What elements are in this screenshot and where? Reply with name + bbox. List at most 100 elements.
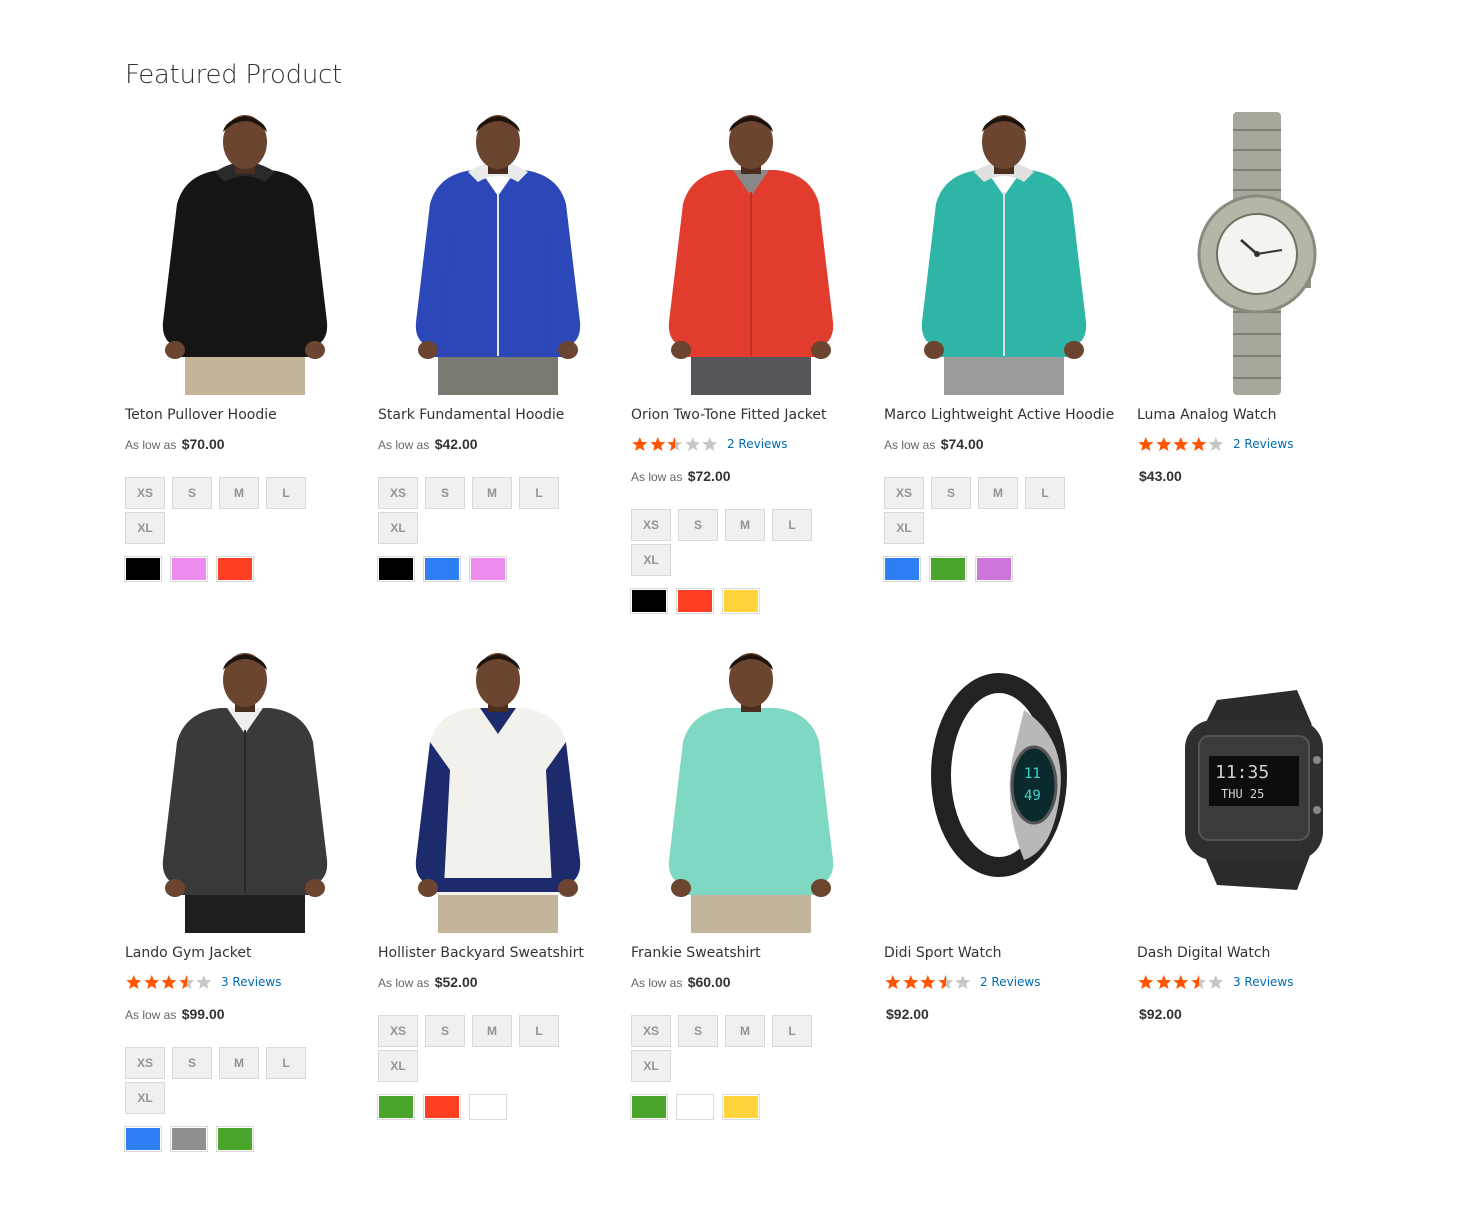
- size-option-l[interactable]: L: [519, 1015, 559, 1047]
- color-swatch[interactable]: [975, 556, 1013, 582]
- product-image[interactable]: [631, 112, 871, 395]
- color-swatch[interactable]: [676, 588, 714, 614]
- size-option-l[interactable]: L: [266, 477, 306, 509]
- product-image[interactable]: [884, 112, 1124, 395]
- product-name-link[interactable]: Teton Pullover Hoodie: [125, 406, 365, 424]
- size-option-xl[interactable]: XL: [125, 512, 165, 544]
- product-card: Lando Gym Jacket 3 Reviews As low as $99.…: [124, 650, 365, 1152]
- color-swatch[interactable]: [469, 1094, 507, 1120]
- size-option-s[interactable]: S: [425, 1015, 465, 1047]
- color-swatch[interactable]: [216, 1126, 254, 1152]
- reviews-link[interactable]: 2 Reviews: [980, 975, 1041, 989]
- product-image[interactable]: [1137, 112, 1377, 395]
- size-option-l[interactable]: L: [772, 509, 812, 541]
- product-name-link[interactable]: Luma Analog Watch: [1137, 406, 1377, 424]
- size-option-m[interactable]: M: [219, 1047, 259, 1079]
- size-option-xs[interactable]: XS: [631, 509, 671, 541]
- size-option-xs[interactable]: XS: [378, 1015, 418, 1047]
- size-option-xl[interactable]: XL: [631, 1050, 671, 1082]
- star-icon: [702, 437, 718, 451]
- size-option-xl[interactable]: XL: [378, 1050, 418, 1082]
- size-option-xs[interactable]: XS: [631, 1015, 671, 1047]
- size-option-s[interactable]: S: [931, 477, 971, 509]
- color-swatch[interactable]: [469, 556, 507, 582]
- color-swatch[interactable]: [377, 1094, 415, 1120]
- price-label: As low as: [125, 1008, 177, 1022]
- color-swatch[interactable]: [377, 556, 415, 582]
- size-option-xs[interactable]: XS: [378, 477, 418, 509]
- size-option-s[interactable]: S: [678, 509, 718, 541]
- reviews-link[interactable]: 3 Reviews: [1233, 975, 1294, 989]
- product-rating: 2 Reviews: [631, 435, 871, 453]
- size-option-xs[interactable]: XS: [125, 1047, 165, 1079]
- product-image[interactable]: 11 49: [884, 650, 1124, 933]
- size-option-l[interactable]: L: [1025, 477, 1065, 509]
- product-name-link[interactable]: Didi Sport Watch: [884, 944, 1124, 962]
- color-swatch[interactable]: [124, 556, 162, 582]
- size-option-xl[interactable]: XL: [378, 512, 418, 544]
- size-option-s[interactable]: S: [172, 477, 212, 509]
- product-name-link[interactable]: Hollister Backyard Sweatshirt: [378, 944, 618, 962]
- star-icon: [1138, 975, 1154, 989]
- size-option-m[interactable]: M: [725, 1015, 765, 1047]
- product-image[interactable]: [631, 650, 871, 933]
- size-option-s[interactable]: S: [425, 477, 465, 509]
- product-image[interactable]: 11:35 THU 25: [1137, 650, 1377, 933]
- product-name-link[interactable]: Orion Two-Tone Fitted Jacket: [631, 406, 871, 424]
- product-name-link[interactable]: Stark Fundamental Hoodie: [378, 406, 618, 424]
- price-value: $52.00: [434, 974, 478, 990]
- color-swatch[interactable]: [216, 556, 254, 582]
- star-icon: [902, 975, 918, 989]
- color-swatch[interactable]: [722, 588, 760, 614]
- color-swatch[interactable]: [170, 556, 208, 582]
- size-option-m[interactable]: M: [472, 1015, 512, 1047]
- size-option-xl[interactable]: XL: [125, 1082, 165, 1114]
- color-swatch[interactable]: [630, 1094, 668, 1120]
- product-grid: Teton Pullover Hoodie As low as $70.00 XS S…: [124, 112, 1377, 1188]
- size-option-xs[interactable]: XS: [884, 477, 924, 509]
- color-swatch[interactable]: [423, 1094, 461, 1120]
- color-swatch[interactable]: [929, 556, 967, 582]
- color-swatch[interactable]: [722, 1094, 760, 1120]
- product-image[interactable]: [125, 650, 365, 933]
- product-image[interactable]: [378, 112, 618, 395]
- star-icon: [920, 975, 936, 989]
- color-swatch[interactable]: [676, 1094, 714, 1120]
- price-value: $74.00: [940, 436, 984, 452]
- color-swatch[interactable]: [124, 1126, 162, 1152]
- size-option-l[interactable]: L: [519, 477, 559, 509]
- color-swatch[interactable]: [423, 556, 461, 582]
- reviews-link[interactable]: 2 Reviews: [727, 437, 788, 451]
- product-name-link[interactable]: Dash Digital Watch: [1137, 944, 1377, 962]
- star-icon: [1191, 437, 1207, 451]
- size-option-s[interactable]: S: [172, 1047, 212, 1079]
- rating-stars: [1137, 436, 1225, 452]
- size-option-xl[interactable]: XL: [884, 512, 924, 544]
- product-name-link[interactable]: Marco Lightweight Active Hoodie: [884, 406, 1124, 424]
- size-option-m[interactable]: M: [472, 477, 512, 509]
- price-label: As low as: [884, 438, 936, 452]
- reviews-link[interactable]: 3 Reviews: [221, 975, 282, 989]
- size-option-xl[interactable]: XL: [631, 544, 671, 576]
- color-swatch[interactable]: [630, 588, 668, 614]
- size-option-s[interactable]: S: [678, 1015, 718, 1047]
- reviews-link[interactable]: 2 Reviews: [1233, 437, 1294, 451]
- size-option-l[interactable]: L: [266, 1047, 306, 1079]
- color-swatch[interactable]: [883, 556, 921, 582]
- size-option-m[interactable]: M: [725, 509, 765, 541]
- size-option-m[interactable]: M: [219, 477, 259, 509]
- product-rating: 3 Reviews: [1137, 973, 1377, 991]
- price-box: As low as $74.00: [884, 435, 1124, 453]
- price-box: As low as $60.00: [631, 973, 871, 991]
- product-name-link[interactable]: Lando Gym Jacket: [125, 944, 365, 962]
- size-option-xs[interactable]: XS: [125, 477, 165, 509]
- star-icon: [955, 975, 971, 989]
- star-icon: [649, 437, 665, 451]
- color-swatch[interactable]: [170, 1126, 208, 1152]
- size-option-l[interactable]: L: [772, 1015, 812, 1047]
- product-image[interactable]: [378, 650, 618, 933]
- product-name-link[interactable]: Frankie Sweatshirt: [631, 944, 871, 962]
- price-box: $43.00: [1137, 467, 1377, 485]
- size-option-m[interactable]: M: [978, 477, 1018, 509]
- product-image[interactable]: [125, 112, 365, 395]
